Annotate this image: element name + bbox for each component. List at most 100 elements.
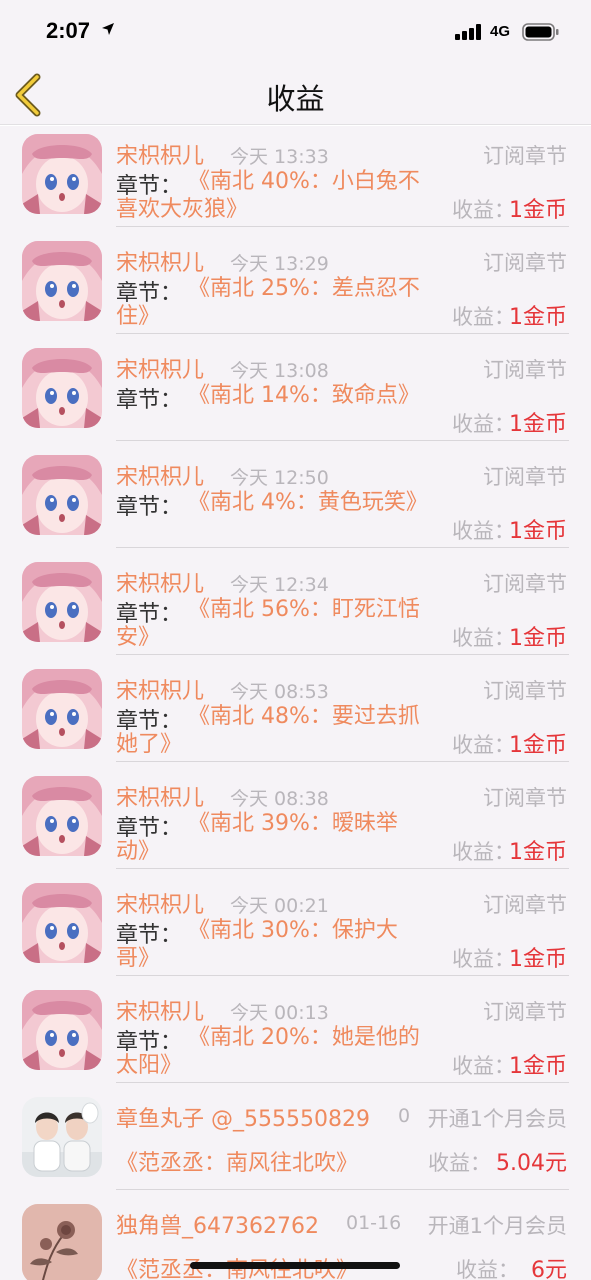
divider bbox=[116, 1082, 569, 1083]
transaction-type: 订阅章节 bbox=[483, 679, 567, 703]
earnings-value: 1金币 bbox=[509, 305, 567, 330]
transaction-type: 开通1个月会员 bbox=[427, 1107, 567, 1131]
anime-avatar-image bbox=[22, 455, 102, 535]
anime-avatar-image bbox=[22, 348, 102, 428]
avatar bbox=[22, 241, 102, 321]
avatar bbox=[22, 1204, 102, 1280]
battery-icon bbox=[522, 23, 559, 41]
flower-avatar-image bbox=[22, 1204, 102, 1280]
timestamp: 今天 13:33 bbox=[230, 146, 329, 168]
anime-avatar-image bbox=[22, 562, 102, 642]
divider bbox=[116, 761, 569, 762]
book-title: 《范丞丞：南风往北吹》 bbox=[116, 1151, 359, 1176]
divider bbox=[116, 1189, 569, 1190]
subscriber-name: 章鱼丸子 @_555550829 bbox=[116, 1107, 370, 1132]
list-item[interactable]: 宋枳枳儿 今天 08:53 订阅章节 章节： 《南北 48%：要过去抓她了》 收… bbox=[0, 661, 591, 768]
subscriber-name: 宋枳枳儿 bbox=[116, 786, 205, 811]
network-type: 4G bbox=[490, 23, 511, 40]
divider bbox=[116, 333, 569, 334]
earnings-label: 收益： bbox=[452, 840, 515, 864]
timestamp: 今天 08:38 bbox=[230, 788, 329, 810]
cellular-signal-icon bbox=[455, 24, 481, 40]
earnings-value: 1金币 bbox=[509, 519, 567, 544]
transaction-type: 订阅章节 bbox=[483, 572, 567, 596]
avatar bbox=[22, 455, 102, 535]
timestamp: 今天 00:21 bbox=[230, 895, 329, 917]
navigation-bar: 收益 bbox=[0, 62, 591, 125]
earnings-value: 1金币 bbox=[509, 947, 567, 972]
earnings-list: 宋枳枳儿 今天 13:33 订阅章节 章节： 《南北 40%：小白兔不喜欢大灰狼… bbox=[0, 126, 591, 1280]
timestamp: 01-16 bbox=[346, 1212, 402, 1234]
timestamp: 今天 13:08 bbox=[230, 360, 329, 382]
avatar bbox=[22, 776, 102, 856]
earnings-label: 收益： bbox=[452, 412, 515, 436]
earnings-label: 收益： bbox=[452, 1054, 515, 1078]
transaction-type: 订阅章节 bbox=[483, 893, 567, 917]
list-item[interactable]: 宋枳枳儿 今天 13:08 订阅章节 章节： 《南北 14%：致命点》 收益： … bbox=[0, 340, 591, 447]
list-item[interactable]: 宋枳枳儿 今天 00:21 订阅章节 章节： 《南北 30%：保护大哥》 收益：… bbox=[0, 875, 591, 982]
chapter-title: 《南北 25%：差点忍不住》 bbox=[116, 276, 420, 329]
timestamp: 今天 12:34 bbox=[230, 574, 329, 596]
timestamp: 0 bbox=[398, 1105, 411, 1127]
subscriber-name: 宋枳枳儿 bbox=[116, 679, 205, 704]
transaction-type: 开通1个月会员 bbox=[427, 1214, 567, 1238]
earnings-value: 5.04元 bbox=[496, 1151, 567, 1176]
chapter-title: 《南北 40%：小白兔不喜欢大灰狼》 bbox=[116, 169, 420, 222]
anime-avatar-image bbox=[22, 883, 102, 963]
chapter-title: 《南北 39%：暧昧举动》 bbox=[116, 811, 398, 864]
earnings-label: 收益： bbox=[452, 519, 515, 543]
chapter-title: 《南北 30%：保护大哥》 bbox=[116, 918, 398, 971]
earnings-label: 收益： bbox=[452, 947, 515, 971]
avatar bbox=[22, 1097, 102, 1177]
chapter-title: 《南北 14%：致命点》 bbox=[188, 383, 420, 408]
avatar bbox=[22, 990, 102, 1070]
earnings-value: 1金币 bbox=[509, 626, 567, 651]
transaction-type: 订阅章节 bbox=[483, 144, 567, 168]
timestamp: 今天 08:53 bbox=[230, 681, 329, 703]
subscriber-name: 宋枳枳儿 bbox=[116, 572, 205, 597]
status-time: 2:07 bbox=[46, 18, 91, 43]
subscriber-name: 独角兽_647362762 bbox=[116, 1214, 319, 1239]
list-item[interactable]: 宋枳枳儿 今天 08:38 订阅章节 章节： 《南北 39%：暧昧举动》 收益：… bbox=[0, 768, 591, 875]
avatar bbox=[22, 134, 102, 214]
divider bbox=[116, 226, 569, 227]
earnings-value: 1金币 bbox=[509, 840, 567, 865]
earnings-label: 收益： bbox=[452, 198, 515, 222]
transaction-type: 订阅章节 bbox=[483, 251, 567, 275]
list-item[interactable]: 宋枳枳儿 今天 00:13 订阅章节 章节： 《南北 20%：她是他的太阳》 收… bbox=[0, 982, 591, 1089]
earnings-value: 1金币 bbox=[509, 1054, 567, 1079]
list-item[interactable]: 章鱼丸子 @_555550829 0 开通1个月会员 《范丞丞：南风往北吹》 收… bbox=[0, 1089, 591, 1196]
earnings-value: 6元 bbox=[531, 1258, 567, 1280]
chapter-title: 《南北 48%：要过去抓她了》 bbox=[116, 704, 420, 757]
list-item[interactable]: 宋枳枳儿 今天 13:29 订阅章节 章节： 《南北 25%：差点忍不住》 收益… bbox=[0, 233, 591, 340]
earnings-label: 收益： bbox=[456, 1258, 519, 1280]
transaction-type: 订阅章节 bbox=[483, 1000, 567, 1024]
anime-avatar-image bbox=[22, 134, 102, 214]
avatar bbox=[22, 669, 102, 749]
list-item[interactable]: 宋枳枳儿 今天 12:50 订阅章节 章节： 《南北 4%：黄色玩笑》 收益： … bbox=[0, 447, 591, 554]
subscriber-name: 宋枳枳儿 bbox=[116, 1000, 205, 1025]
divider bbox=[116, 654, 569, 655]
timestamp: 今天 12:50 bbox=[230, 467, 329, 489]
subscriber-name: 宋枳枳儿 bbox=[116, 465, 205, 490]
divider bbox=[116, 547, 569, 548]
earnings-label: 收益： bbox=[428, 1151, 491, 1175]
page-title: 收益 bbox=[266, 82, 325, 116]
earnings-label: 收益： bbox=[452, 305, 515, 329]
earnings-label: 收益： bbox=[452, 733, 515, 757]
earnings-value: 1金币 bbox=[509, 412, 567, 437]
anime-avatar-image bbox=[22, 990, 102, 1070]
list-item[interactable]: 宋枳枳儿 今天 13:33 订阅章节 章节： 《南北 40%：小白兔不喜欢大灰狼… bbox=[0, 126, 591, 233]
divider bbox=[116, 868, 569, 869]
transaction-type: 订阅章节 bbox=[483, 786, 567, 810]
list-item[interactable]: 宋枳枳儿 今天 12:34 订阅章节 章节： 《南北 56%：盯死江恬安》 收益… bbox=[0, 554, 591, 661]
subscriber-name: 宋枳枳儿 bbox=[116, 893, 205, 918]
chapter-title: 《南北 4%：黄色玩笑》 bbox=[188, 490, 428, 515]
chapter-title: 《南北 20%：她是他的太阳》 bbox=[116, 1025, 420, 1078]
anime-avatar-image bbox=[22, 669, 102, 749]
home-indicator[interactable] bbox=[190, 1262, 400, 1269]
timestamp: 今天 13:29 bbox=[230, 253, 329, 275]
subscriber-name: 宋枳枳儿 bbox=[116, 144, 205, 169]
anime-avatar-image bbox=[22, 241, 102, 321]
avatar bbox=[22, 562, 102, 642]
